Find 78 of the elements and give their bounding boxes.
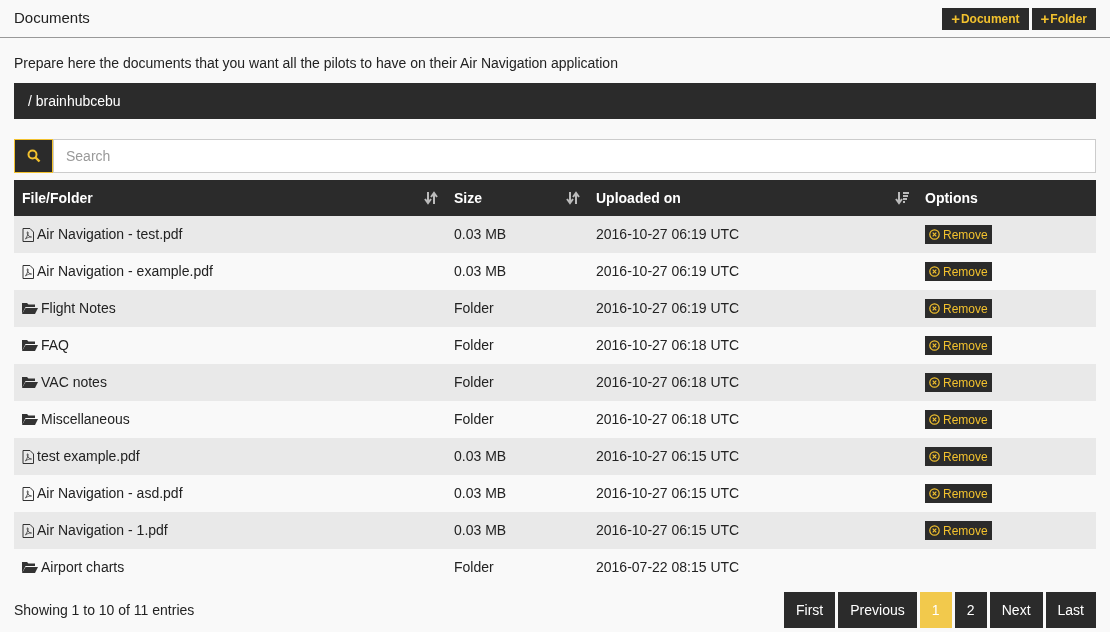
date-cell: 2016-10-27 06:19 UTC [588, 253, 917, 290]
page-button[interactable]: Previous [838, 592, 917, 628]
date-cell: 2016-10-27 06:15 UTC [588, 438, 917, 475]
file-name[interactable]: Miscellaneous [41, 409, 130, 430]
column-header[interactable]: Options [925, 187, 978, 209]
date-cell: 2016-07-22 08:15 UTC [588, 549, 917, 586]
size-cell: Folder [446, 290, 588, 327]
close-circle-icon [929, 414, 940, 425]
pdf-file-icon [22, 523, 34, 538]
file-name[interactable]: Air Navigation - example.pdf [37, 261, 213, 282]
file-name[interactable]: Flight Notes [41, 298, 116, 319]
column-header[interactable]: Size [454, 187, 482, 209]
file-name[interactable]: Air Navigation - 1.pdf [37, 520, 168, 541]
search-field[interactable]: Search [53, 139, 1096, 173]
close-circle-icon [929, 451, 940, 462]
remove-button[interactable]: Remove [925, 484, 992, 503]
remove-button[interactable]: Remove [925, 410, 992, 429]
page-button[interactable]: First [784, 592, 836, 628]
close-circle-icon [929, 229, 940, 240]
remove-button[interactable]: Remove [925, 336, 992, 355]
pdf-file-icon [22, 449, 34, 464]
add-button[interactable]: +Folder [1031, 7, 1096, 30]
close-circle-icon [929, 340, 940, 351]
folder-icon [22, 376, 38, 389]
page-button[interactable]: Next [989, 592, 1043, 628]
folder-icon [22, 413, 38, 426]
file-name[interactable]: Air Navigation - asd.pdf [37, 483, 183, 504]
description-text: Prepare here the documents that you want all the pilots to have on their Air Navigation application [14, 54, 619, 73]
size-cell: Folder [446, 327, 588, 364]
page-button[interactable]: Last [1045, 592, 1096, 628]
pdf-file-icon [22, 264, 34, 279]
date-cell: 2016-10-27 06:18 UTC [588, 327, 917, 364]
folder-icon [22, 339, 38, 352]
folder-icon [22, 302, 38, 315]
file-name[interactable]: test example.pdf [37, 446, 140, 467]
close-circle-icon [929, 525, 940, 536]
size-cell: Folder [446, 401, 588, 438]
size-cell: 0.03 MB [446, 438, 588, 475]
date-cell: 2016-10-27 06:19 UTC [588, 216, 917, 253]
sort-icon[interactable] [566, 191, 580, 205]
size-cell: 0.03 MB [446, 512, 588, 549]
size-cell: 0.03 MB [446, 216, 588, 253]
date-cell: 2016-10-27 06:19 UTC [588, 290, 917, 327]
file-name[interactable]: FAQ [41, 335, 69, 356]
file-name[interactable]: VAC notes [41, 372, 107, 393]
close-circle-icon [929, 266, 940, 277]
date-cell: 2016-10-27 06:15 UTC [588, 475, 917, 512]
size-cell: 0.03 MB [446, 475, 588, 512]
file-name[interactable]: Airport charts [41, 557, 125, 578]
entries-info: Showing 1 to 10 of 11 entries [14, 600, 195, 620]
close-circle-icon [929, 377, 940, 388]
size-cell: 0.03 MB [446, 253, 588, 290]
date-cell: 2016-10-27 06:15 UTC [588, 512, 917, 549]
date-cell: 2016-10-27 06:18 UTC [588, 401, 917, 438]
add-button[interactable]: +Document [942, 7, 1029, 30]
pdf-file-icon [22, 227, 34, 242]
folder-path: / brainhubcebu [28, 91, 121, 111]
column-header[interactable]: File/Folder [22, 187, 93, 209]
remove-button[interactable]: Remove [925, 225, 992, 244]
search-icon [14, 139, 53, 173]
size-cell: Folder [446, 549, 588, 586]
remove-button[interactable]: Remove [925, 521, 992, 540]
pdf-file-icon [22, 486, 34, 501]
page-title: Documents [14, 8, 90, 29]
page-button[interactable]: 2 [954, 592, 987, 628]
size-cell: Folder [446, 364, 588, 401]
folder-icon [22, 561, 38, 574]
file-name[interactable]: Air Navigation - test.pdf [37, 224, 183, 245]
sort-icon[interactable] [424, 191, 438, 205]
remove-button[interactable]: Remove [925, 262, 992, 281]
sort-descending-icon[interactable] [895, 191, 909, 205]
remove-button[interactable]: Remove [925, 447, 992, 466]
column-header[interactable]: Uploaded on [596, 187, 681, 209]
close-circle-icon [929, 303, 940, 314]
date-cell: 2016-10-27 06:18 UTC [588, 364, 917, 401]
remove-button[interactable]: Remove [925, 299, 992, 318]
remove-button[interactable]: Remove [925, 373, 992, 392]
close-circle-icon [929, 488, 940, 499]
